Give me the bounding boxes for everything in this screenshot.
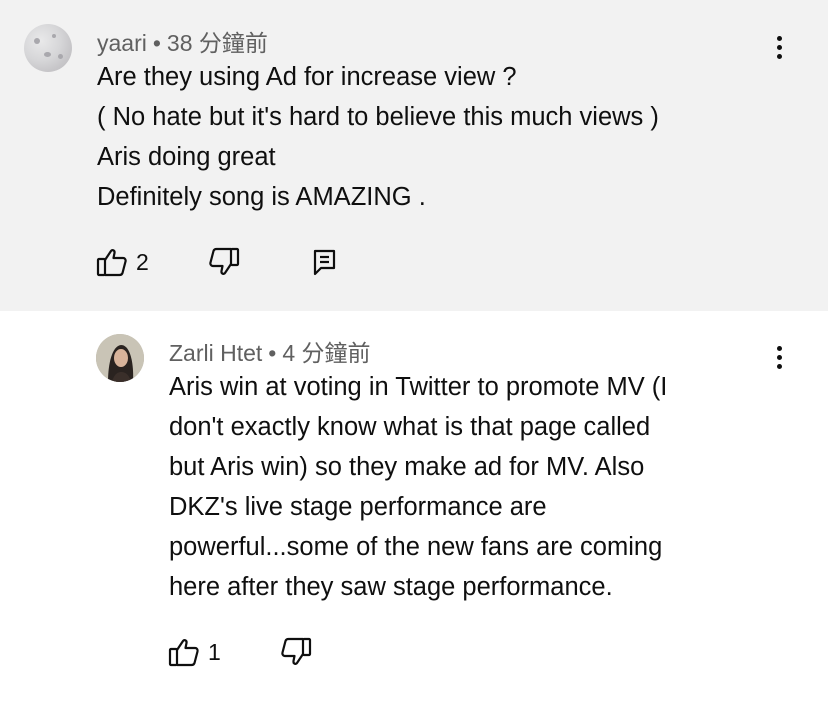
comment-text-line: Are they using Ad for increase view ?	[97, 63, 517, 91]
reply-meta: Zarli Htet • 4 分鐘前	[169, 334, 371, 368]
thumbs-down-icon	[281, 637, 312, 665]
avatar-texture	[58, 54, 63, 59]
reply-button[interactable]	[312, 247, 338, 277]
reply-time[interactable]: 4 分鐘前	[282, 340, 370, 366]
comment-thread-top: yaari • 38 分鐘前 Are they using Ad for incre…	[0, 0, 828, 311]
avatar[interactable]	[96, 334, 144, 382]
dislike-button[interactable]	[280, 637, 312, 667]
meta-separator: •	[268, 340, 277, 366]
dislike-button[interactable]	[208, 247, 240, 277]
more-vert-icon[interactable]	[769, 343, 789, 373]
meta-separator: •	[152, 30, 161, 56]
like-button[interactable]: 2	[96, 247, 149, 277]
comment-text-line: Aris doing great	[97, 143, 276, 171]
reply-text-line: powerful...some of the new fans are comi…	[169, 533, 663, 561]
reply-text-line: Aris win at voting in Twitter to promote…	[169, 373, 668, 401]
reply-text: Aris win at voting in Twitter to promote…	[169, 367, 769, 607]
comment-author[interactable]: yaari	[97, 30, 147, 56]
thumbs-down-icon	[209, 247, 240, 275]
reply-text-line: but Aris win) so they make ad for MV. Al…	[169, 453, 645, 481]
reply-text-line: here after they saw stage performance.	[169, 573, 613, 601]
comment-time[interactable]: 38 分鐘前	[167, 30, 268, 56]
thumbs-up-icon	[96, 249, 127, 277]
comment-meta: yaari • 38 分鐘前	[97, 24, 268, 58]
avatar[interactable]	[24, 24, 72, 72]
reply-text-line: don't exactly know what is that page cal…	[169, 413, 651, 441]
like-button[interactable]: 1	[168, 637, 221, 667]
avatar-texture	[44, 52, 51, 57]
like-count: 2	[136, 248, 149, 275]
avatar-photo	[96, 334, 144, 382]
reply-icon	[313, 249, 336, 276]
comment-text: Are they using Ad for increase view ? ( …	[97, 57, 797, 217]
reply-text-line: DKZ's live stage performance are	[169, 493, 547, 521]
reply-author[interactable]: Zarli Htet	[169, 340, 262, 366]
comment-text-line: ( No hate but it's hard to believe this …	[97, 103, 659, 131]
comment-text-line: Definitely song is AMAZING .	[97, 183, 426, 211]
avatar-texture	[52, 34, 56, 38]
thumbs-up-icon	[168, 639, 199, 667]
like-count: 1	[208, 638, 221, 665]
avatar-texture	[34, 38, 40, 44]
